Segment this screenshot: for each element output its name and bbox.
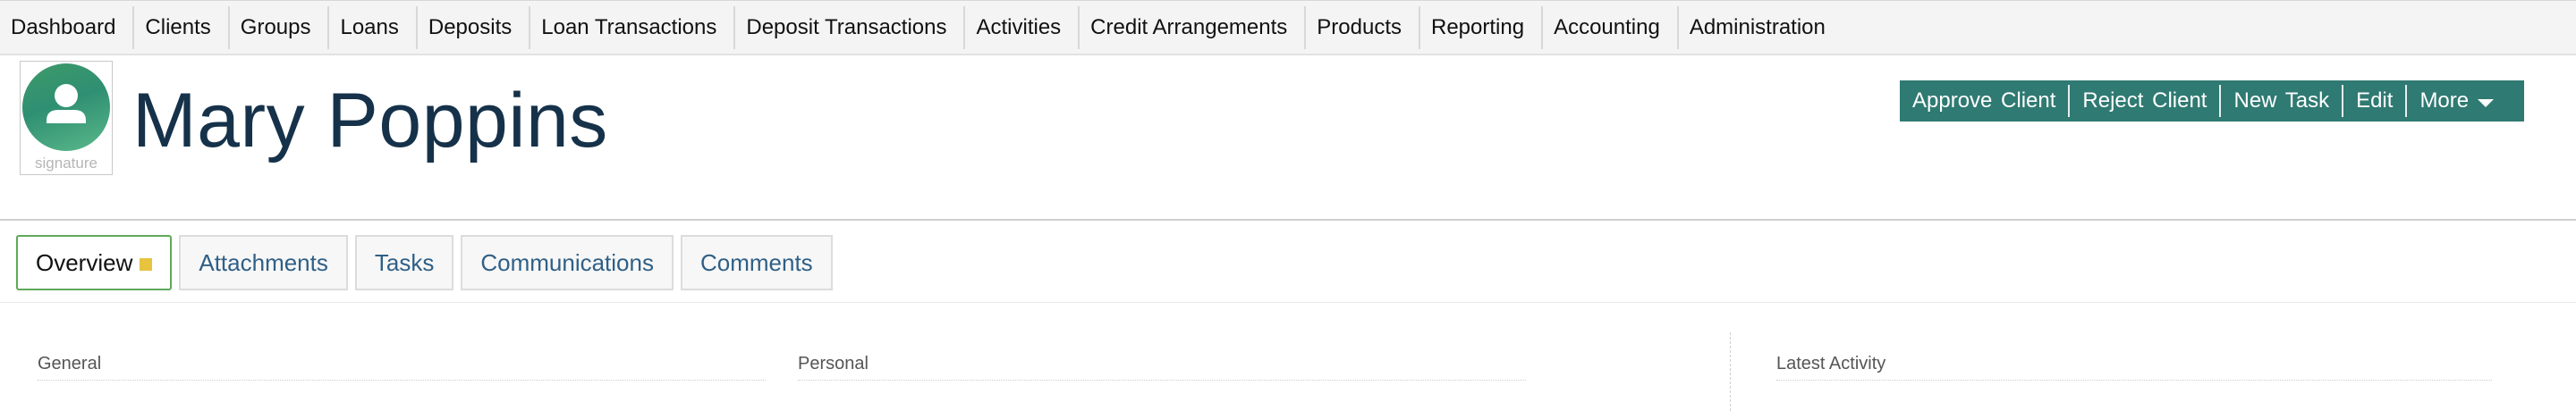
- nav-item-reporting[interactable]: Reporting: [1420, 5, 1544, 49]
- new-task-button[interactable]: New Task: [2221, 85, 2344, 117]
- column-divider: [1730, 332, 1731, 411]
- section-general-title: General: [38, 354, 766, 381]
- nav-item-clients[interactable]: Clients: [134, 5, 230, 49]
- tabs-divider: [0, 302, 2576, 303]
- nav-item-deposits[interactable]: Deposits: [418, 5, 531, 49]
- nav-item-deposit-transactions[interactable]: Deposit Transactions: [735, 5, 966, 49]
- more-menu-button[interactable]: More: [2407, 85, 2506, 117]
- tab-communications[interactable]: Communications: [461, 235, 674, 290]
- tab-attachments[interactable]: Attachments: [179, 235, 348, 290]
- tab-tasks[interactable]: Tasks: [354, 235, 454, 290]
- nav-item-accounting[interactable]: Accounting: [1543, 5, 1679, 49]
- edit-button[interactable]: Edit: [2343, 85, 2408, 117]
- signature-label: signature: [35, 155, 97, 172]
- client-actions-toolbar: Approve Client Reject Client New Task Ed…: [1900, 80, 2524, 122]
- tab-comments[interactable]: Comments: [680, 235, 833, 290]
- active-marker-icon: [140, 258, 153, 271]
- nav-item-dashboard[interactable]: Dashboard: [0, 5, 135, 49]
- nav-item-credit-arrangements[interactable]: Credit Arrangements: [1080, 5, 1307, 49]
- avatar: [22, 63, 110, 151]
- client-tabs: Overview Attachments Tasks Communication…: [16, 235, 840, 292]
- reject-client-button[interactable]: Reject Client: [2070, 85, 2222, 117]
- main-navigation: Dashboard Clients Groups Loans Deposits …: [0, 0, 2576, 55]
- user-icon: [47, 84, 86, 123]
- nav-item-activities[interactable]: Activities: [965, 5, 1080, 49]
- client-avatar[interactable]: signature: [20, 61, 113, 175]
- nav-item-administration[interactable]: Administration: [1679, 6, 1843, 49]
- section-latest-activity-title: Latest Activity: [1776, 354, 2492, 381]
- approve-client-button[interactable]: Approve Client: [1900, 85, 2071, 117]
- section-personal-title: Personal: [798, 354, 1526, 381]
- nav-item-loan-transactions[interactable]: Loan Transactions: [530, 5, 736, 49]
- page-title: Mary Poppins: [132, 78, 608, 164]
- chevron-down-icon: [2478, 98, 2495, 107]
- nav-item-groups[interactable]: Groups: [230, 5, 330, 49]
- header-divider: [0, 219, 2576, 221]
- more-button-label: More: [2419, 88, 2470, 113]
- nav-item-products[interactable]: Products: [1306, 5, 1420, 49]
- nav-item-loans[interactable]: Loans: [329, 5, 418, 49]
- tab-overview[interactable]: Overview: [16, 235, 173, 290]
- tab-overview-label: Overview: [36, 248, 133, 276]
